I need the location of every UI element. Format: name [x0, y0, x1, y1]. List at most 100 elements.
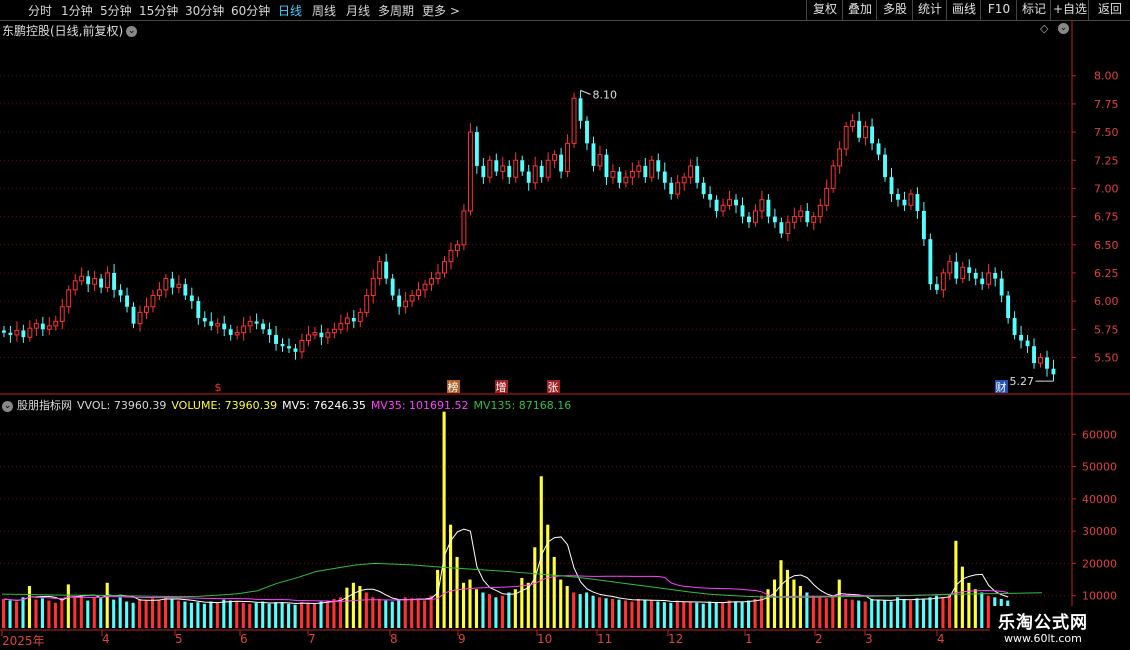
candle-146	[947, 254, 953, 280]
candle-33	[215, 318, 221, 334]
date-label-6: 9	[458, 632, 466, 646]
volume-bar-140	[908, 600, 913, 628]
volume-bar-109	[708, 601, 712, 628]
candle-36	[234, 325, 240, 340]
candle-153	[993, 267, 998, 287]
marker-1: 榜	[448, 380, 459, 394]
candle-59	[384, 253, 389, 285]
candle-20	[131, 302, 136, 329]
candle-9	[59, 298, 65, 330]
volume-bar-79	[513, 589, 517, 628]
volume-bar-56	[364, 592, 368, 628]
volume-bar-23	[151, 598, 155, 628]
candle-104	[675, 174, 681, 199]
price-tick-label-5: 6.75	[1094, 211, 1119, 224]
volume-bar-148	[960, 566, 964, 628]
candle-65	[422, 279, 428, 298]
volume-bar-39	[254, 602, 258, 628]
high-pointer	[580, 89, 591, 95]
candle-40	[261, 319, 266, 334]
candle-136	[883, 147, 887, 182]
watermark: 乐淘公式网 www.60lt.com	[990, 606, 1130, 650]
candle-6	[40, 316, 45, 337]
volume-bar-99	[643, 599, 647, 628]
vol-tick-label-0: 10000	[1082, 590, 1117, 603]
volume-bar-150	[973, 589, 977, 628]
volume-bar-48	[312, 603, 317, 628]
volume-bar-76	[494, 597, 498, 628]
volume-bar-93	[604, 598, 608, 628]
candle-71	[461, 204, 467, 251]
volume-bar-135	[876, 599, 880, 628]
candle-107	[695, 156, 700, 189]
volume-bar-128	[831, 596, 835, 628]
candle-52	[338, 314, 344, 334]
volume-bar-89	[578, 594, 582, 628]
volume-bar-107	[695, 602, 699, 628]
candle-39	[254, 313, 259, 330]
volume-bar-85	[552, 556, 556, 628]
candle-117	[759, 190, 765, 219]
date-label-13: 4	[937, 632, 945, 646]
candle-42	[274, 325, 278, 351]
candle-82	[532, 156, 538, 190]
candle-137	[889, 168, 894, 202]
candle-160	[1038, 352, 1043, 368]
volume-bar-112	[727, 600, 731, 628]
mv5-line	[3, 528, 1009, 604]
candle-81	[526, 164, 531, 191]
volume-bar-127	[824, 598, 828, 628]
volume-bar-1	[8, 600, 12, 628]
volume-bar-53	[345, 587, 349, 628]
candle-162	[1051, 359, 1056, 382]
candle-58	[377, 256, 383, 286]
candle-158	[1025, 334, 1030, 353]
price-tick-label-10: 8.00	[1094, 70, 1119, 83]
volume-bar-44	[287, 603, 291, 628]
candle-122	[791, 207, 797, 229]
candle-147	[954, 252, 959, 285]
volume-bar-52	[338, 597, 342, 628]
date-label-2: 5	[175, 632, 183, 646]
candlestick-chart[interactable]: 5.50 5.75 6.00 6.25 6.50 6.75 7.00 7.25 7.50 7.75…	[0, 0, 1130, 650]
volume-bar-51	[332, 598, 336, 628]
candle-73	[474, 126, 479, 174]
volume-bar-126	[818, 597, 822, 628]
candle-31	[202, 311, 207, 328]
candle-111	[720, 198, 726, 217]
date-label-3: 6	[240, 632, 248, 646]
candle-95	[617, 167, 622, 189]
date-label-8: 11	[597, 632, 613, 646]
candle-38	[247, 315, 253, 333]
volume-bar-117	[759, 595, 764, 628]
volume-bar-2	[14, 601, 19, 628]
candle-79	[513, 152, 519, 183]
volume-bar-42	[274, 602, 278, 628]
candle-161	[1045, 350, 1049, 377]
volume-bar-57	[371, 597, 375, 628]
candle-2	[14, 321, 20, 342]
candle-91	[591, 136, 596, 172]
volume-bar-110	[714, 602, 718, 628]
candle-78	[507, 160, 512, 184]
volume-bar-4	[27, 586, 32, 628]
candle-131	[850, 114, 856, 133]
volume-bar-46	[300, 602, 304, 628]
volume-bar-28	[183, 601, 187, 628]
candle-152	[986, 263, 992, 289]
candle-156	[1012, 311, 1017, 340]
volume-bar-13	[86, 600, 90, 628]
volume-bar-123	[798, 586, 802, 628]
candle-4	[27, 320, 33, 342]
volume-bar-91	[591, 595, 595, 628]
candle-16	[105, 266, 111, 293]
candle-50	[325, 328, 331, 344]
price-tick-label-6: 7.00	[1094, 182, 1119, 195]
volume-bar-40	[261, 601, 265, 628]
volume-bar-74	[481, 592, 485, 628]
candle-60	[390, 274, 395, 300]
candle-109	[708, 186, 713, 208]
volume-bar-33	[215, 602, 219, 628]
volume-bar-108	[701, 603, 705, 628]
volume-bar-144	[934, 595, 939, 628]
